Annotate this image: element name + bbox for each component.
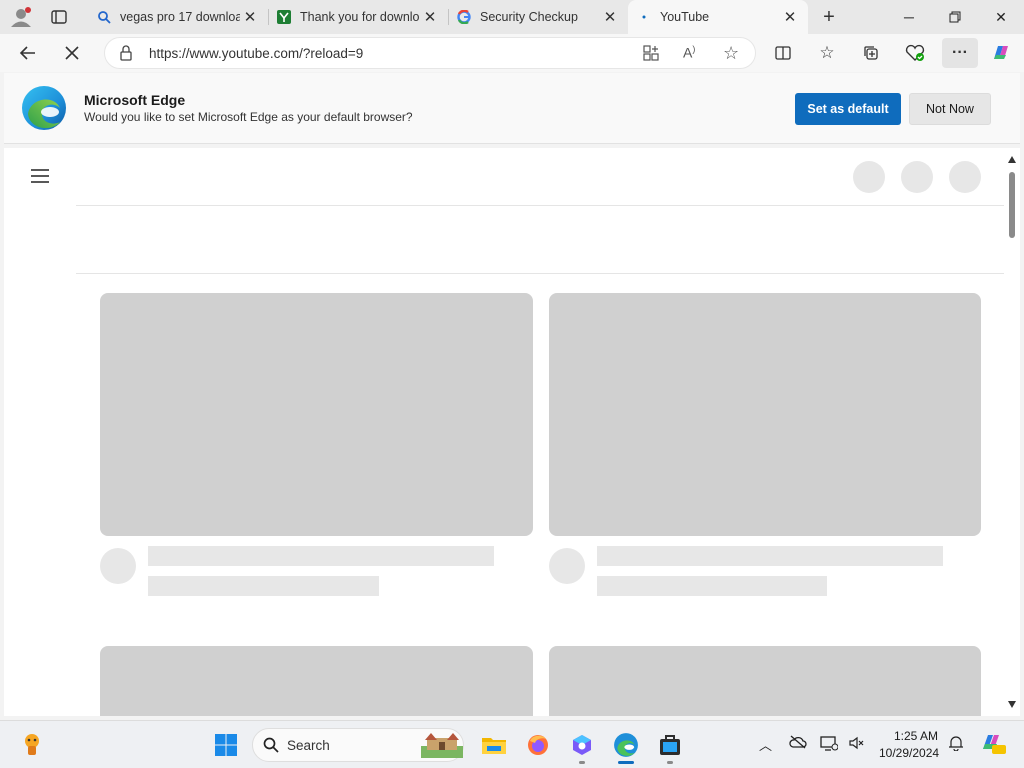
app-running-indicator	[579, 761, 585, 764]
meta-placeholder	[597, 576, 827, 596]
copilot-pre-icon[interactable]	[980, 731, 1006, 758]
favorite-star-icon[interactable]: ☆	[723, 43, 739, 64]
page-scrollbar[interactable]	[1004, 148, 1020, 716]
default-browser-infobar: Microsoft Edge Would you like to set Mic…	[4, 73, 1020, 144]
edge-active-indicator	[618, 761, 634, 764]
show-hidden-icons-icon[interactable]: ︿	[759, 735, 772, 754]
tab-strip: vegas pro 17 downloa ✕ Thank you for dow…	[0, 0, 1024, 34]
scroll-down-icon[interactable]	[1008, 701, 1016, 708]
scroll-thumb[interactable]	[1009, 172, 1015, 238]
tab-close-icon[interactable]: ✕	[780, 8, 800, 26]
firefox-icon[interactable]	[522, 729, 554, 761]
address-bar[interactable]: https://www.youtube.com/?reload=9 A) ☆	[104, 37, 756, 69]
tab-close-icon[interactable]: ✕	[240, 8, 260, 26]
tab-title: YouTube	[660, 10, 710, 24]
title-placeholder	[148, 546, 494, 566]
not-now-button[interactable]: Not Now	[909, 93, 991, 125]
download-site-icon	[276, 9, 292, 25]
header-placeholder-circle	[949, 161, 981, 193]
video-thumbnail-placeholder	[549, 293, 981, 536]
tab-title: vegas pro 17 downloa	[120, 10, 240, 24]
volume-muted-icon[interactable]	[848, 735, 864, 754]
channel-avatar-placeholder	[100, 548, 136, 584]
header-placeholder-circle	[901, 161, 933, 193]
tab-vegas-search[interactable]: vegas pro 17 downloa ✕	[88, 0, 268, 34]
loading-icon	[636, 9, 652, 25]
edge-taskbar-icon[interactable]	[610, 729, 642, 761]
menu-icon[interactable]	[30, 168, 50, 186]
tab-title: Thank you for downlo	[300, 10, 420, 24]
collections-icon[interactable]	[856, 38, 886, 68]
chips-divider	[76, 273, 1004, 274]
tab-youtube[interactable]: YouTube ✕	[628, 0, 808, 34]
search-icon	[263, 737, 279, 756]
edge-logo-icon	[20, 84, 68, 132]
new-tab-icon[interactable]: +	[818, 7, 840, 29]
video-thumbnail-placeholder	[100, 293, 533, 536]
widgets-icon[interactable]	[16, 729, 48, 761]
video-thumbnail-placeholder	[549, 646, 981, 716]
app-running-indicator	[667, 761, 673, 764]
tab-thank-you[interactable]: Thank you for downlo ✕	[268, 0, 448, 34]
read-aloud-icon[interactable]: A)	[683, 44, 695, 61]
windows-taskbar: Search ︿ 1:25 AM 10/29/2024	[0, 720, 1024, 768]
search-icon	[96, 9, 112, 25]
clock-date[interactable]: 10/29/2024	[879, 746, 939, 760]
app-icon[interactable]	[566, 729, 598, 761]
scroll-up-icon[interactable]	[1008, 156, 1016, 163]
browser-essentials-icon[interactable]	[900, 38, 930, 68]
infobar-message: Would you like to set Microsoft Edge as …	[84, 110, 413, 124]
tab-title: Security Checkup	[480, 10, 578, 24]
notifications-bell-icon[interactable]	[948, 735, 964, 754]
youtube-page	[4, 148, 1020, 716]
tab-close-icon[interactable]: ✕	[420, 8, 440, 26]
split-screen-icon[interactable]	[768, 38, 798, 68]
restore-icon[interactable]	[932, 0, 978, 34]
tab-close-icon[interactable]: ✕	[600, 8, 620, 26]
tab-security-checkup[interactable]: Security Checkup ✕	[448, 0, 628, 34]
google-icon	[456, 9, 472, 25]
app-available-icon[interactable]	[643, 45, 659, 64]
channel-avatar-placeholder	[549, 548, 585, 584]
start-icon[interactable]	[210, 729, 242, 761]
meta-placeholder	[148, 576, 379, 596]
stop-loading-icon[interactable]	[57, 38, 87, 68]
title-placeholder	[597, 546, 943, 566]
video-thumbnail-placeholder	[100, 646, 533, 716]
search-highlight-icon	[421, 732, 463, 761]
lock-icon[interactable]	[119, 45, 133, 64]
url-text: https://www.youtube.com/?reload=9	[149, 46, 364, 61]
taskbar-search-box[interactable]: Search	[252, 728, 464, 762]
back-icon[interactable]	[13, 38, 43, 68]
store-app-icon[interactable]	[654, 729, 686, 761]
header-divider	[76, 205, 1004, 206]
tab-actions-icon[interactable]	[50, 8, 68, 26]
header-placeholder-circle	[853, 161, 885, 193]
network-icon[interactable]	[820, 735, 839, 754]
settings-more-icon[interactable]: ···	[942, 38, 978, 68]
profile-icon[interactable]	[8, 6, 34, 28]
close-window-icon[interactable]: ✕	[978, 0, 1024, 34]
set-as-default-button[interactable]: Set as default	[795, 93, 901, 125]
minimize-icon[interactable]: ─	[886, 0, 932, 34]
infobar-title: Microsoft Edge	[84, 92, 186, 108]
search-placeholder: Search	[287, 738, 330, 753]
navigation-toolbar: https://www.youtube.com/?reload=9 A) ☆ ☆…	[0, 34, 1024, 72]
clock-time[interactable]: 1:25 AM	[894, 729, 938, 743]
onedrive-offline-icon[interactable]	[789, 735, 807, 752]
favorites-icon[interactable]: ☆	[812, 38, 842, 68]
file-explorer-icon[interactable]	[478, 729, 510, 761]
copilot-icon[interactable]	[986, 38, 1016, 68]
